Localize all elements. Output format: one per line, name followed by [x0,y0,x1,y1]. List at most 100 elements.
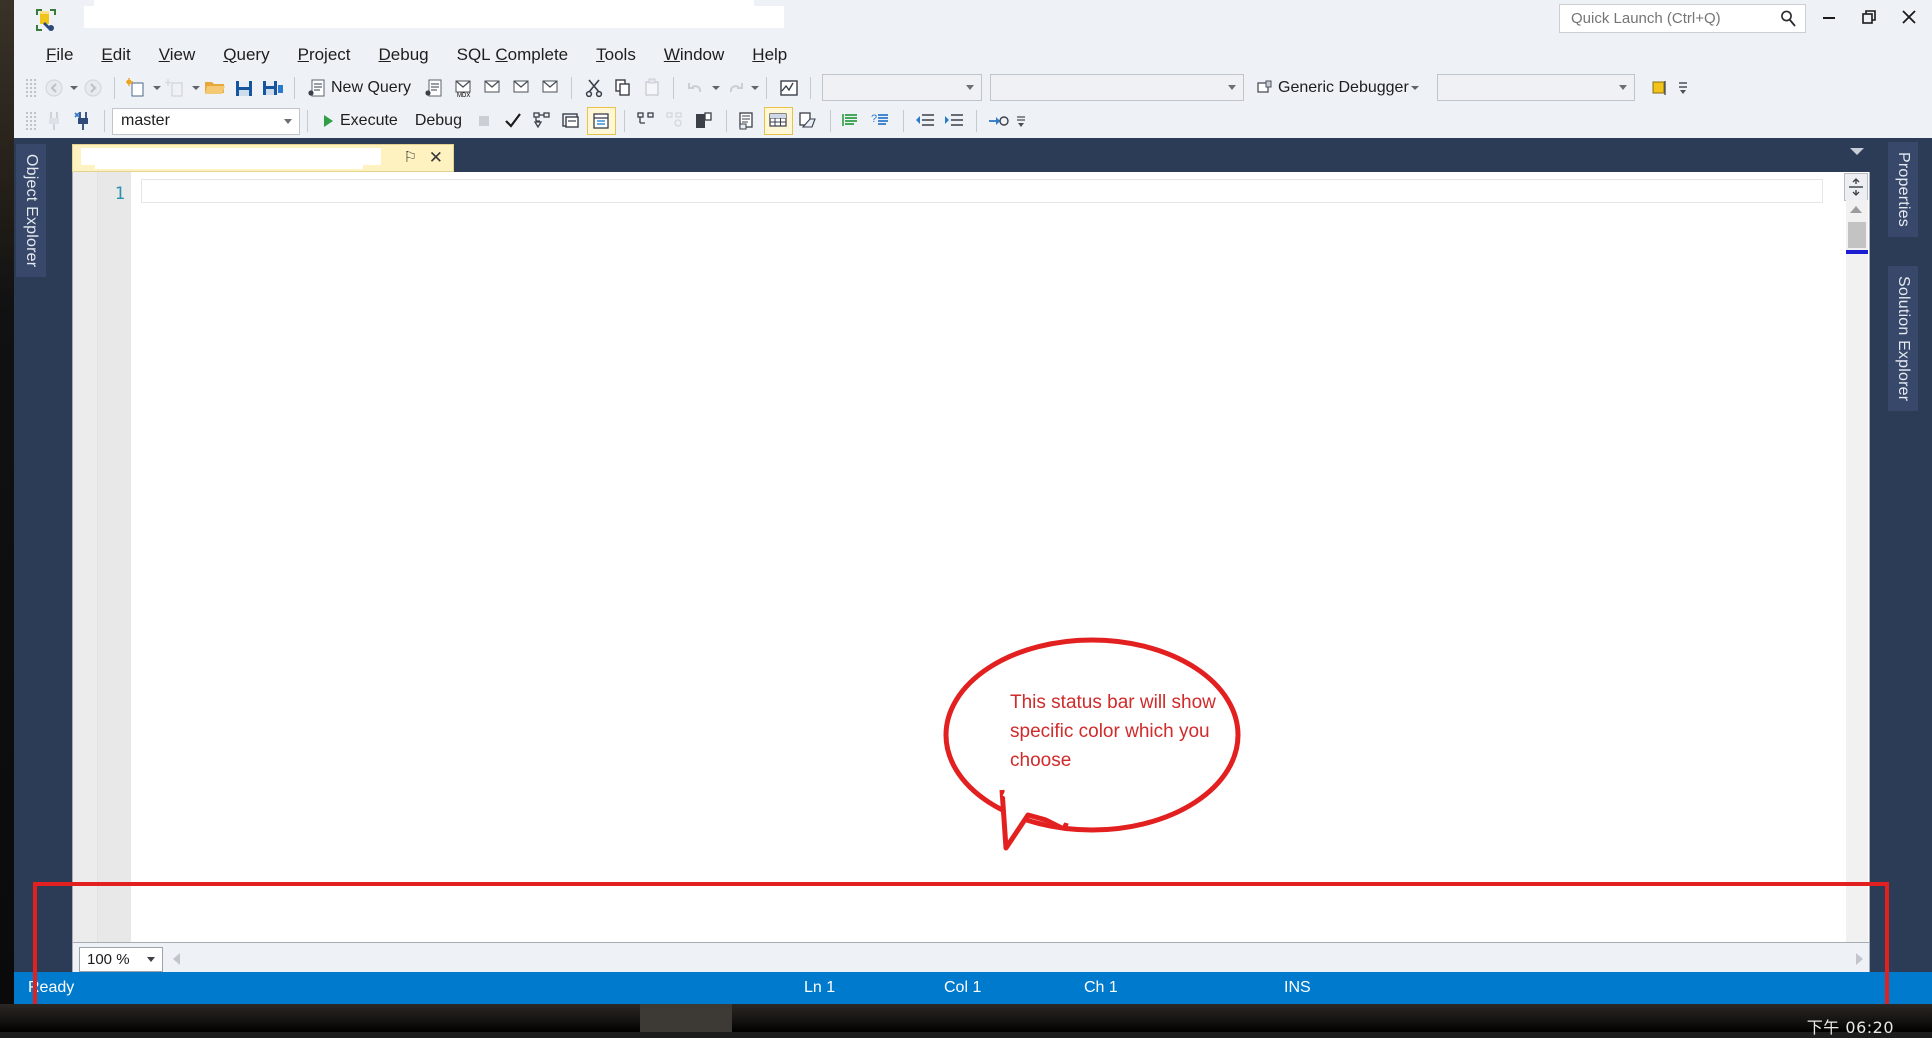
close-button[interactable] [1892,2,1926,32]
new-mdx-query-button[interactable]: MDX [449,75,476,101]
debug-target-combo-1[interactable] [822,74,982,101]
save-button[interactable] [230,75,257,101]
include-client-statistics-button[interactable] [633,108,660,134]
results-to-file-button[interactable] [795,108,822,134]
taskbar-item[interactable] [640,1004,732,1032]
menu-item-sql-complete[interactable]: SQL Complete [443,43,583,67]
new-item-caret-icon[interactable] [192,86,200,90]
menu-item-edit[interactable]: Edit [87,43,144,67]
toolbar-grip[interactable] [25,78,36,98]
menu-item-tools[interactable]: Tools [582,43,650,67]
toolbar-overflow-icon [1015,111,1027,131]
minimize-icon [1821,9,1837,25]
scroll-right-arrow-icon[interactable] [1856,953,1863,965]
redo-icon [725,78,745,98]
new-dax-query-button[interactable] [536,75,563,101]
include-live-stats-button[interactable] [662,108,689,134]
new-project-button[interactable] [123,75,150,101]
menu-item-file[interactable]: File [32,43,87,67]
scrollbar-thumb[interactable] [1848,222,1866,248]
menu-accel: T [596,45,605,64]
copy-button[interactable] [609,75,636,101]
increase-indent-button[interactable] [941,108,968,134]
navigate-forward-button[interactable] [79,75,106,101]
save-all-button[interactable] [259,75,286,101]
pin-icon[interactable]: ⚐ [404,148,417,166]
menu-item-help[interactable]: Help [738,43,801,67]
redo-button[interactable] [721,75,748,101]
query-options-button[interactable] [558,108,585,134]
execute-play-icon [320,113,336,129]
sql-editor[interactable]: 1 [72,172,1870,973]
sidebar-item-solution-explorer[interactable]: Solution Explorer [1888,266,1918,411]
execute-button[interactable]: Execute [316,108,405,134]
document-tab[interactable]: ⚐ ✕ [72,144,454,172]
zoom-level-combo[interactable]: 100 % [79,947,163,972]
toolbar-overflow-button[interactable] [1676,75,1690,101]
restore-button[interactable] [1852,2,1886,32]
sidebar-item-properties[interactable]: Properties [1888,142,1918,237]
scroll-up-arrow-icon[interactable] [1850,206,1862,213]
new-xmla-query-button[interactable] [507,75,534,101]
navigate-back-button[interactable] [40,75,67,101]
sidebar-item-object-explorer[interactable]: Object Explorer [16,144,46,277]
open-file-button[interactable] [201,75,228,101]
editor-toolbar-overflow-button[interactable] [1014,108,1028,134]
split-pane-icon [1848,178,1864,196]
comment-button[interactable] [839,108,866,134]
paste-button[interactable] [638,75,665,101]
toolbar-options-button[interactable] [1647,75,1674,101]
quick-launch-box[interactable] [1559,4,1806,33]
editor-code-area[interactable] [131,172,1869,972]
close-icon[interactable]: ✕ [429,148,443,168]
generic-debugger-button[interactable]: Generic Debugger [1252,75,1426,101]
results-to-text-button[interactable] [735,108,762,134]
undo-caret-icon[interactable] [712,86,720,90]
undo-button[interactable] [682,75,709,101]
parse-button[interactable] [500,108,527,134]
server-button[interactable] [691,108,718,134]
ide-status-bar: Ready Ln 1 Col 1 Ch 1 INS [14,972,1932,1004]
results-horizontal-scrollbar[interactable] [171,948,1865,970]
save-all-icon [261,78,285,98]
toolbar-separator [294,77,295,99]
redo-caret-icon[interactable] [751,86,759,90]
menu-item-window[interactable]: Window [650,43,738,67]
include-actual-plan-button[interactable] [587,107,616,135]
menu-item-view[interactable]: View [145,43,210,67]
menu-item-debug[interactable]: Debug [365,43,443,67]
new-query-label: New Query [331,79,411,97]
navigate-back-caret-icon[interactable] [70,86,78,90]
specify-values-button[interactable] [985,108,1012,134]
new-query-button[interactable]: New Query [303,75,418,101]
new-project-caret-icon[interactable] [153,86,161,90]
debug-button[interactable]: Debug [407,108,469,134]
display-estimated-plan-button[interactable] [529,108,556,134]
menu-accel: W [664,45,680,64]
tab-list-chevron-down-icon[interactable] [1850,148,1864,155]
decrease-indent-button[interactable] [912,108,939,134]
debug-target-combo-3[interactable] [1437,74,1635,101]
quick-launch-input[interactable] [1569,9,1773,28]
new-item-button[interactable] [162,75,189,101]
debug-target-combo-2[interactable] [990,74,1244,101]
database-combo[interactable]: master [112,108,300,135]
menu-item-project[interactable]: Project [284,43,365,67]
scroll-left-arrow-icon[interactable] [173,953,180,965]
cut-button[interactable] [580,75,607,101]
stop-button[interactable] [471,108,498,134]
results-to-grid-button[interactable] [764,107,793,135]
screen: File Edit View Query Project Debug SQL C… [0,0,1932,1032]
uncomment-button[interactable]: ? [868,108,895,134]
editor-split-handle[interactable] [1844,173,1868,201]
activity-monitor-button[interactable] [775,75,802,101]
menu-item-query[interactable]: Query [209,43,283,67]
connect-button[interactable] [40,108,67,134]
toolbar-grip[interactable] [25,111,36,131]
disconnect-button[interactable] [69,108,96,134]
new-dmx-query-button[interactable] [478,75,505,101]
editor-vertical-scrollbar[interactable] [1846,200,1868,972]
new-analysis-query-button[interactable] [420,75,447,101]
minimize-button[interactable] [1812,2,1846,32]
code-line-1[interactable] [141,179,1823,203]
